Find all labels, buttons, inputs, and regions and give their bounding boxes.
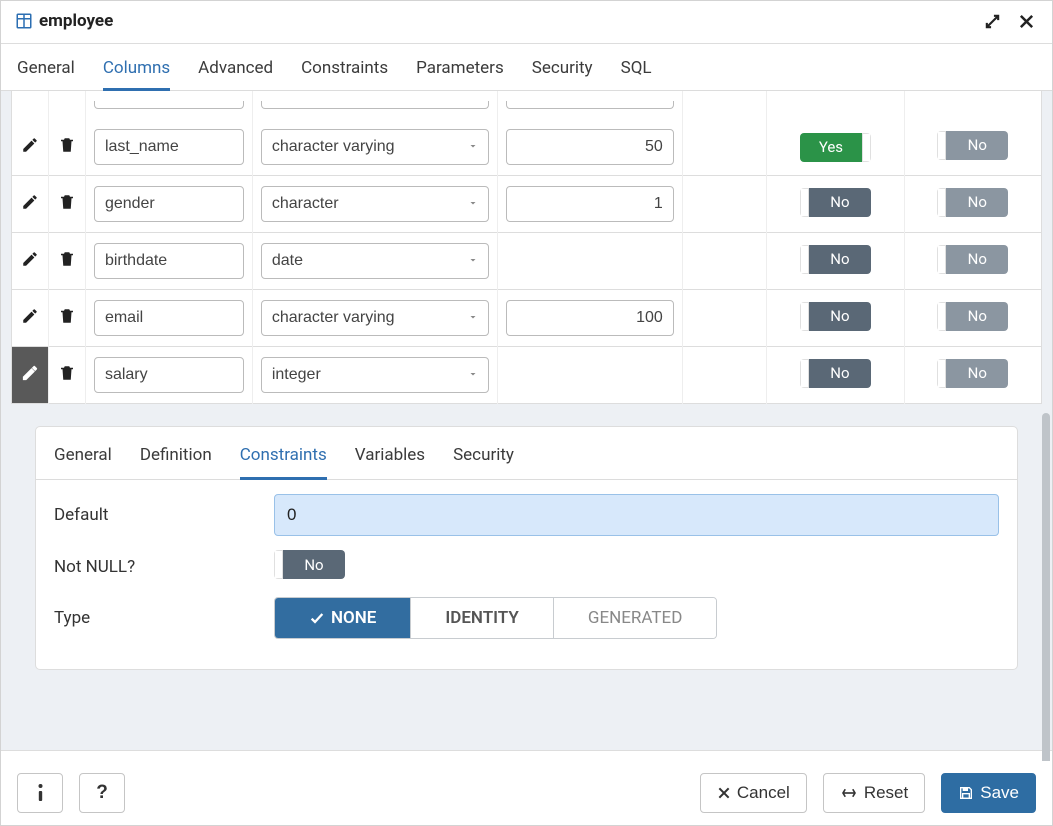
reset-button[interactable]: Reset xyxy=(823,773,925,813)
type-generated[interactable]: GENERATED xyxy=(554,598,717,638)
subtab-general[interactable]: General xyxy=(54,439,112,479)
pencil-icon xyxy=(21,254,39,272)
column-type-select[interactable] xyxy=(261,186,489,222)
save-button[interactable]: Save xyxy=(941,773,1036,813)
default-input[interactable] xyxy=(274,494,999,536)
primary-key-toggle[interactable]: No xyxy=(937,359,1008,388)
default-label: Default xyxy=(54,505,244,525)
recycle-icon xyxy=(840,784,858,802)
pencil-icon xyxy=(21,197,39,215)
table-row: No No xyxy=(12,176,1042,233)
close-icon[interactable] xyxy=(1014,9,1038,33)
column-type-select[interactable] xyxy=(261,243,489,279)
delete-row-button[interactable] xyxy=(48,347,85,404)
edit-row-button[interactable] xyxy=(12,233,49,290)
tab-sql[interactable]: SQL xyxy=(621,52,652,90)
cancel-button[interactable]: Cancel xyxy=(700,773,807,813)
table-row: Yes No xyxy=(12,119,1042,176)
tab-constraints[interactable]: Constraints xyxy=(301,52,388,90)
main-area: Yes No No No No No No No No No xyxy=(1,91,1052,751)
delete-row-button[interactable] xyxy=(48,176,85,233)
subtab-constraints[interactable]: Constraints xyxy=(240,439,327,480)
table-row: No No xyxy=(12,290,1042,347)
column-name-input[interactable] xyxy=(94,357,244,393)
not-null-toggle[interactable]: No xyxy=(800,359,871,388)
not-null-toggle[interactable]: Yes xyxy=(800,133,871,162)
delete-row-button[interactable] xyxy=(48,119,85,176)
subtab-variables[interactable]: Variables xyxy=(355,439,425,479)
subtab-security[interactable]: Security xyxy=(453,439,514,479)
column-type-select[interactable] xyxy=(261,357,489,393)
table-row: No No xyxy=(12,233,1042,290)
column-type-select[interactable] xyxy=(261,300,489,336)
type-segment-group: NONE IDENTITY GENERATED xyxy=(274,597,717,639)
info-button[interactable] xyxy=(17,773,63,813)
tab-advanced[interactable]: Advanced xyxy=(198,52,273,90)
table-icon xyxy=(15,12,33,30)
type-identity[interactable]: IDENTITY xyxy=(411,598,553,638)
edit-row-button[interactable] xyxy=(12,347,49,404)
trash-icon xyxy=(58,254,76,272)
column-type-select[interactable] xyxy=(261,129,489,165)
column-name-input[interactable] xyxy=(94,129,244,165)
trash-icon xyxy=(58,140,76,158)
column-name-input[interactable] xyxy=(94,300,244,336)
pencil-icon xyxy=(21,140,39,158)
dialog-footer: ? Cancel Reset Save xyxy=(1,761,1052,825)
dialog-title: employee xyxy=(39,11,113,31)
type-none[interactable]: NONE xyxy=(275,598,411,638)
help-button[interactable]: ? xyxy=(79,773,125,813)
notnull-toggle[interactable]: No xyxy=(274,550,345,579)
edit-row-button[interactable] xyxy=(12,176,49,233)
close-icon xyxy=(717,786,731,800)
pencil-icon xyxy=(21,368,39,386)
trash-icon xyxy=(58,311,76,329)
table-row: No No xyxy=(12,347,1042,404)
save-icon xyxy=(958,785,974,801)
primary-key-toggle[interactable]: No xyxy=(937,131,1008,160)
column-name-input[interactable] xyxy=(94,243,244,279)
column-length-input[interactable] xyxy=(506,300,674,336)
main-tabs: General Columns Advanced Constraints Par… xyxy=(1,44,1052,91)
column-length-input[interactable] xyxy=(506,129,674,165)
primary-key-toggle[interactable]: No xyxy=(937,302,1008,331)
trash-icon xyxy=(58,368,76,386)
not-null-toggle[interactable]: No xyxy=(800,302,871,331)
check-icon xyxy=(309,610,325,626)
tab-security[interactable]: Security xyxy=(532,52,593,90)
tab-columns[interactable]: Columns xyxy=(103,52,170,91)
column-detail-panel: General Definition Constraints Variables… xyxy=(35,426,1018,670)
maximize-icon[interactable] xyxy=(980,9,1004,33)
info-icon xyxy=(36,783,45,803)
tab-parameters[interactable]: Parameters xyxy=(416,52,504,90)
trash-icon xyxy=(58,197,76,215)
notnull-label: Not NULL? xyxy=(54,557,244,577)
primary-key-toggle[interactable]: No xyxy=(937,188,1008,217)
edit-row-button[interactable] xyxy=(12,119,49,176)
columns-table: Yes No No No No No No No No No xyxy=(11,91,1042,404)
dialog-header: employee xyxy=(1,1,1052,44)
primary-key-toggle[interactable]: No xyxy=(937,245,1008,274)
delete-row-button[interactable] xyxy=(48,290,85,347)
edit-row-button[interactable] xyxy=(12,290,49,347)
detail-tabs: General Definition Constraints Variables… xyxy=(36,427,1017,480)
column-length-input[interactable] xyxy=(506,186,674,222)
subtab-definition[interactable]: Definition xyxy=(140,439,212,479)
not-null-toggle[interactable]: No xyxy=(800,245,871,274)
pencil-icon xyxy=(21,311,39,329)
delete-row-button[interactable] xyxy=(48,233,85,290)
type-label: Type xyxy=(54,608,244,628)
not-null-toggle[interactable]: No xyxy=(800,188,871,217)
column-name-input[interactable] xyxy=(94,186,244,222)
tab-general[interactable]: General xyxy=(17,52,75,90)
